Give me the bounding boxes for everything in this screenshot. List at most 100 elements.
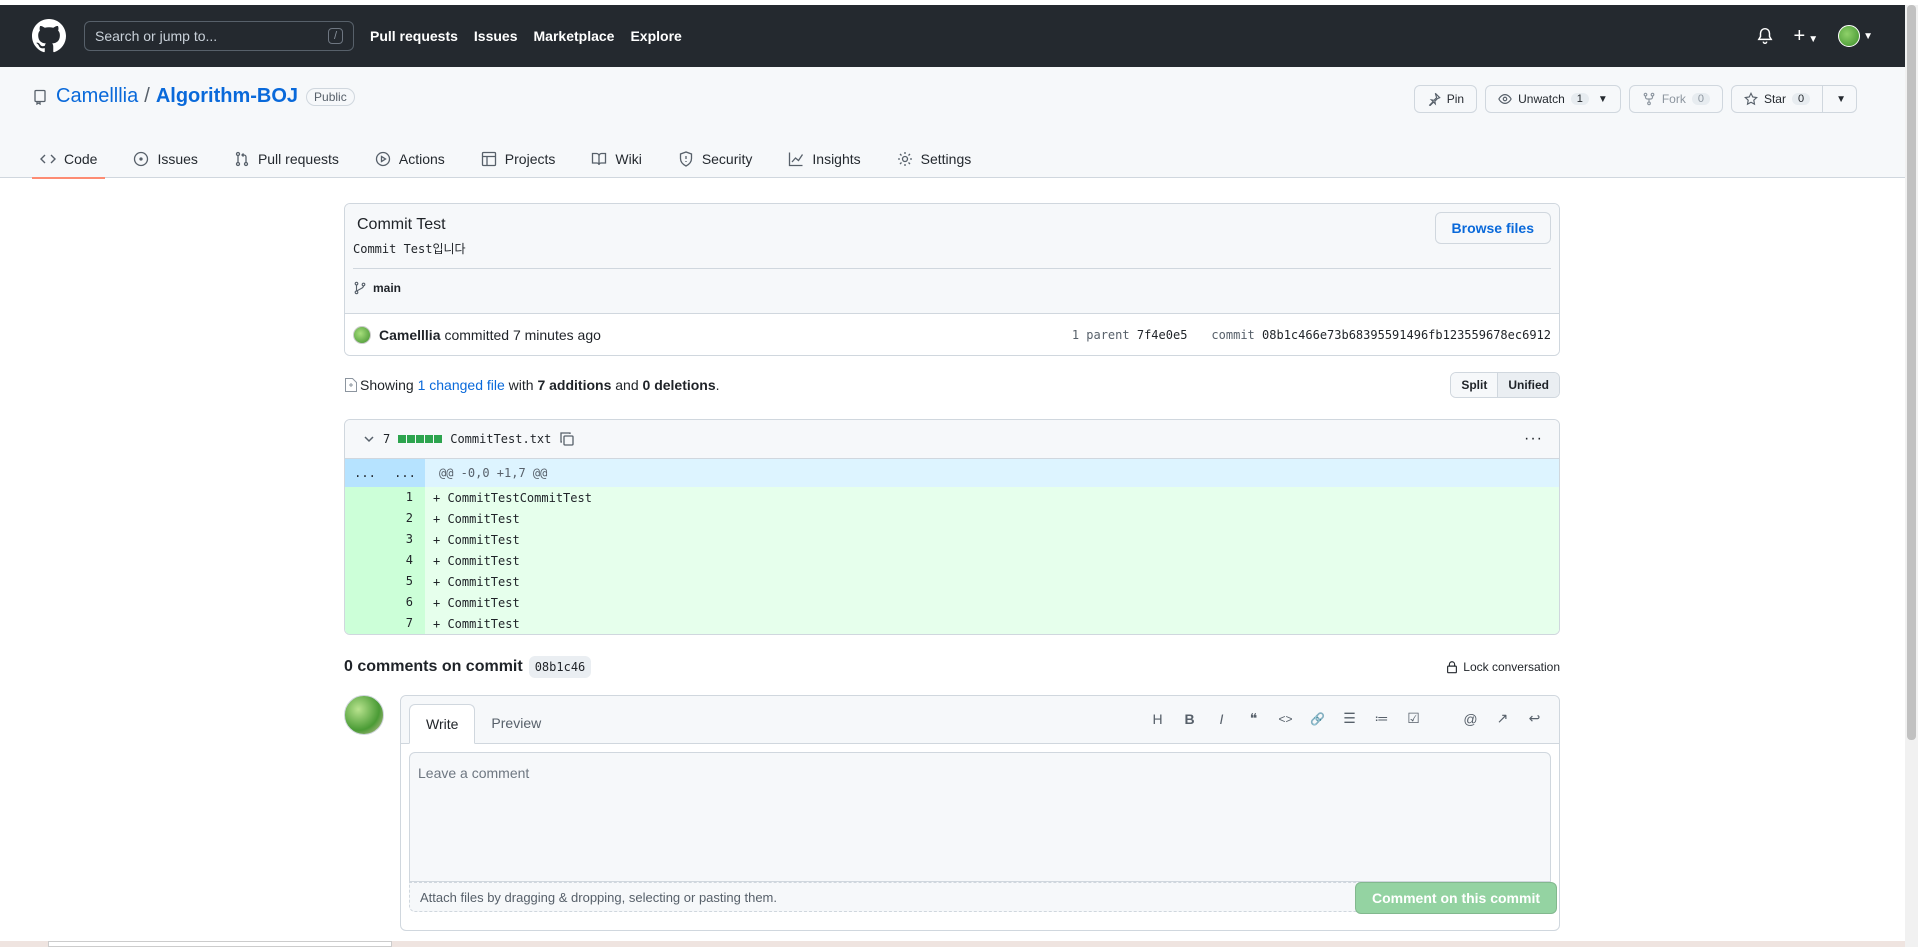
comment-submit-button[interactable]: Comment on this commit [1355, 882, 1558, 914]
bottom-bar [0, 941, 1905, 947]
repo-name-link[interactable]: Algorithm-BOJ [156, 85, 298, 108]
tab-actions[interactable]: Actions [367, 139, 453, 178]
parent-sha-link[interactable]: 7f4e0e5 [1137, 328, 1188, 342]
tab-security[interactable]: Security [670, 139, 761, 178]
global-header: Search or jump to... / Pull requests Iss… [0, 5, 1905, 67]
repo-icon [34, 89, 46, 105]
fork-button[interactable]: Fork 0 [1628, 85, 1723, 113]
file-name-link[interactable]: CommitTest.txt [450, 432, 551, 446]
github-logo-icon[interactable] [32, 19, 66, 53]
tab-settings[interactable]: Settings [889, 139, 980, 178]
unified-view-button[interactable]: Unified [1497, 373, 1559, 397]
repo-title: Camelllia / Algorithm-BOJ Public [32, 85, 355, 108]
tab-insights[interactable]: Insights [780, 139, 868, 178]
unordered-list-icon[interactable]: ☰ [1341, 710, 1358, 727]
repo-nav: Code Issues Pull requests Actions Projec… [32, 139, 980, 179]
scrollbar-thumb[interactable] [1907, 5, 1916, 740]
search-shortcut-key: / [327, 28, 343, 44]
unwatch-label: Unwatch [1518, 92, 1565, 106]
branch-link[interactable]: main [373, 281, 401, 295]
tab-preview[interactable]: Preview [475, 703, 557, 743]
ordered-list-icon[interactable]: ≔ [1373, 710, 1390, 727]
bell-icon[interactable] [1756, 27, 1774, 45]
diff-summary: Showing 1 changed file with 7 additions … [344, 370, 1560, 400]
tab-label: Insights [812, 150, 861, 167]
saved-replies-icon[interactable]: ↩ [1526, 710, 1543, 727]
commit-sha-chip[interactable]: 08b1c46 [528, 656, 592, 678]
visibility-badge: Public [306, 87, 355, 106]
pin-label: Pin [1446, 92, 1465, 106]
reference-icon[interactable]: ↗ [1494, 710, 1511, 727]
line-number[interactable]: 3 [385, 529, 425, 550]
tab-code[interactable]: Code [32, 139, 106, 179]
star-button-group: Star 0 ▼ [1730, 85, 1857, 113]
play-icon [375, 151, 391, 166]
create-new-button[interactable]: + ▼ [1794, 25, 1819, 48]
lock-conversation-button[interactable]: Lock conversation [1445, 660, 1560, 674]
expand-left[interactable]: ... [345, 459, 385, 487]
summary-showing: Showing [360, 377, 414, 393]
unwatch-button[interactable]: Unwatch 1 ▼ [1485, 85, 1621, 113]
copy-icon[interactable] [559, 431, 575, 447]
line-number[interactable]: 2 [385, 508, 425, 529]
chevron-down-icon[interactable] [361, 431, 377, 447]
comment-textarea[interactable]: Leave a comment [409, 752, 1551, 882]
user-menu-button[interactable]: ▼ [1838, 25, 1873, 47]
page-scrollbar[interactable] [1905, 5, 1918, 947]
diff-line: 6 + CommitTest [345, 592, 1559, 613]
search-input[interactable]: Search or jump to... / [84, 21, 354, 51]
nav-marketplace[interactable]: Marketplace [534, 28, 615, 44]
tab-label: Pull requests [257, 150, 339, 167]
tab-wiki[interactable]: Wiki [583, 139, 649, 178]
tab-write[interactable]: Write [409, 704, 476, 744]
split-view-button[interactable]: Split [1451, 373, 1498, 397]
pin-icon [1428, 92, 1441, 106]
table-icon [481, 151, 496, 166]
nav-issues[interactable]: Issues [474, 28, 518, 44]
browse-files-button[interactable]: Browse files [1434, 212, 1551, 244]
line-number[interactable]: 5 [385, 571, 425, 592]
avatar[interactable] [344, 695, 384, 735]
summary-period: . [715, 377, 720, 393]
tab-projects[interactable]: Projects [473, 139, 564, 178]
book-icon [592, 152, 607, 165]
chevron-down-icon: ▼ [1836, 93, 1846, 105]
author-link[interactable]: Camelllia [379, 327, 440, 343]
tab-pull-requests[interactable]: Pull requests [226, 139, 347, 178]
italic-icon[interactable]: I [1213, 711, 1230, 727]
line-number[interactable]: 6 [385, 592, 425, 613]
nav-pull-requests[interactable]: Pull requests [370, 28, 458, 44]
additions-count: 7 additions [537, 377, 612, 393]
expand-right[interactable]: ... [385, 459, 425, 487]
author-avatar[interactable] [353, 325, 371, 344]
task-list-icon[interactable]: ☑ [1405, 710, 1422, 727]
mention-icon[interactable]: @ [1462, 711, 1479, 727]
comments-title: 0 comments on commit [344, 658, 523, 675]
line-code: + CommitTest [433, 511, 520, 526]
changed-files-link[interactable]: 1 changed file [418, 377, 505, 393]
line-code: + CommitTest [433, 616, 520, 631]
line-number[interactable]: 7 [385, 613, 425, 634]
hunk-range: @@ -0,0 +1,7 @@ [439, 466, 548, 480]
star-button[interactable]: Star 0 [1730, 85, 1824, 113]
header-right-controls: + ▼ ▼ [1756, 25, 1873, 48]
line-number[interactable]: 4 [385, 550, 425, 571]
pin-button[interactable]: Pin [1413, 85, 1478, 113]
quote-icon[interactable]: ❝ [1245, 710, 1262, 727]
line-number[interactable]: 1 [385, 487, 425, 508]
shield-icon [679, 150, 692, 167]
heading-icon[interactable]: H [1149, 711, 1166, 727]
watch-count: 1 [1570, 93, 1589, 105]
commit-sha: 08b1c466e73b68395591496fb123559678ec6912 [1262, 327, 1551, 342]
bold-icon[interactable]: B [1181, 711, 1198, 727]
chevron-down-icon: ▼ [1863, 30, 1873, 42]
file-options-icon[interactable]: ··· [1524, 430, 1543, 448]
nav-explore[interactable]: Explore [630, 28, 681, 44]
repo-owner-link[interactable]: Camelllia [56, 85, 138, 108]
code-icon[interactable]: <> [1277, 712, 1294, 726]
tab-issues[interactable]: Issues [125, 139, 205, 178]
star-label: Star [1763, 92, 1786, 106]
tab-label: Security [701, 150, 753, 167]
star-list-dropdown[interactable]: ▼ [1823, 85, 1857, 113]
link-icon[interactable]: 🔗 [1309, 712, 1326, 726]
